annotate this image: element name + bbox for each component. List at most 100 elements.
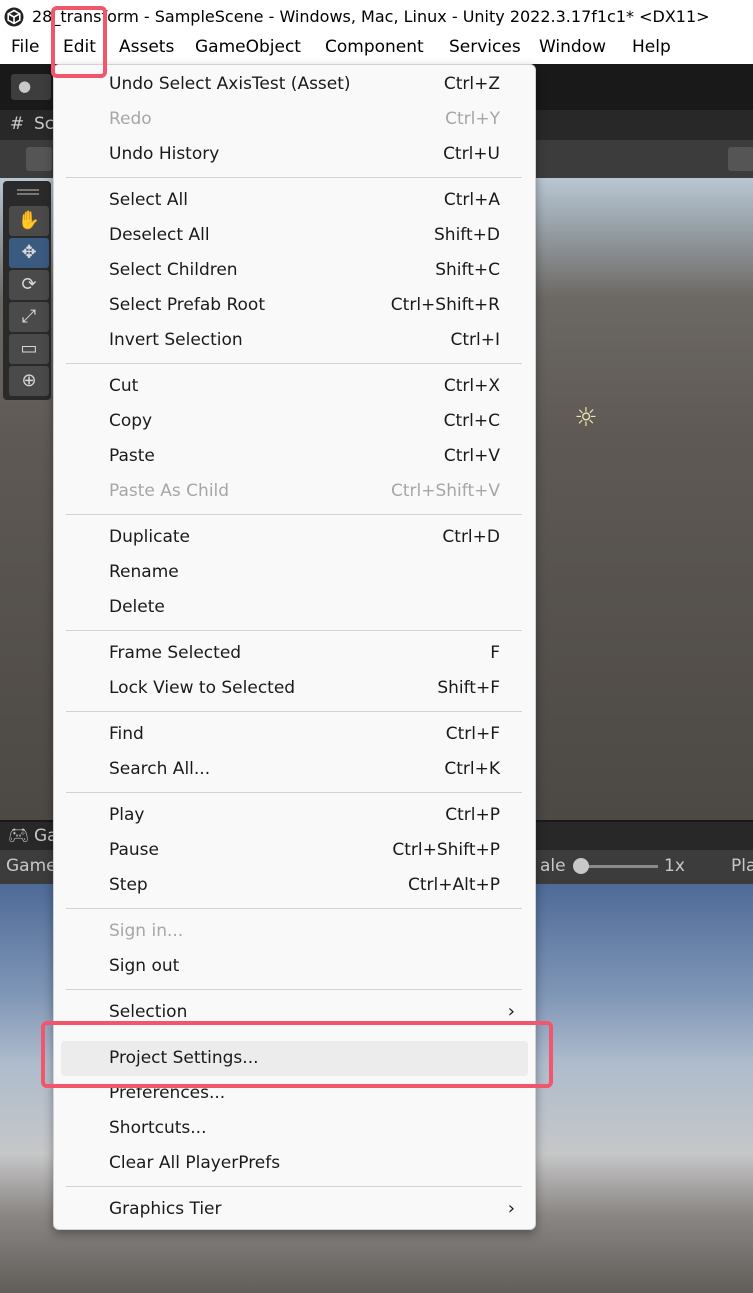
account-button[interactable]: ● [11, 74, 51, 100]
menu-item-undo-history[interactable]: Undo History Ctrl+U [54, 137, 535, 172]
menu-item-sign-in: Sign in... [54, 914, 535, 949]
menu-gameobject[interactable]: GameObject [195, 37, 301, 57]
scene-tools-overlay: ✋ ✥ ⟳ ⤢ ▭ ⊕ [3, 181, 51, 400]
overlay-grip[interactable] [17, 189, 39, 191]
shading-mode-button[interactable] [728, 147, 753, 171]
menu-item-label: Select Prefab Root [109, 295, 265, 315]
menu-item-duplicate[interactable]: Duplicate Ctrl+D [54, 520, 535, 555]
menu-item-rename[interactable]: Rename [54, 555, 535, 590]
menu-item-label: Shortcuts... [109, 1118, 207, 1138]
menu-separator [66, 792, 522, 793]
menu-item-label: Pause [109, 840, 159, 860]
menu-file[interactable]: File [11, 37, 39, 57]
menu-assets[interactable]: Assets [119, 37, 174, 57]
menu-item-shortcut: Shift+D [434, 225, 500, 245]
menu-item-label: Select Children [109, 260, 238, 280]
menu-item-sign-out[interactable]: Sign out [54, 949, 535, 984]
menu-item-shortcut: Ctrl+Shift+P [392, 840, 500, 860]
menu-item-delete[interactable]: Delete [54, 590, 535, 625]
menu-item-shortcut: Ctrl+Y [445, 109, 500, 129]
play-focused-dropdown[interactable]: Pla [731, 856, 753, 876]
rect-tool-icon[interactable]: ▭ [9, 334, 49, 364]
menu-separator [66, 711, 522, 712]
menu-separator [66, 630, 522, 631]
menu-item-label: Undo History [109, 144, 220, 164]
menu-item-paste[interactable]: Paste Ctrl+V [54, 439, 535, 474]
title-bar: 28_transform - SampleScene - Windows, Ma… [0, 0, 753, 34]
unity-logo-icon [4, 7, 24, 27]
menu-item-deselect-all[interactable]: Deselect All Shift+D [54, 218, 535, 253]
menu-item-cut[interactable]: Cut Ctrl+X [54, 369, 535, 404]
menu-item-label: Undo Select AxisTest (Asset) [109, 74, 351, 94]
menu-item-select-children[interactable]: Select Children Shift+C [54, 253, 535, 288]
menu-item-shortcut: Ctrl+Z [443, 74, 500, 94]
menu-item-label: Select All [109, 190, 188, 210]
menu-item-undo[interactable]: Undo Select AxisTest (Asset) Ctrl+Z [54, 67, 535, 102]
menu-item-label: Find [109, 724, 144, 744]
menu-separator [66, 908, 522, 909]
menu-item-shortcut: Ctrl+V [443, 446, 500, 466]
menu-item-label: Invert Selection [109, 330, 243, 350]
hand-tool-icon[interactable]: ✋ [9, 206, 49, 236]
menu-item-shortcut: Ctrl+C [443, 411, 500, 431]
menu-item-label: Graphics Tier [109, 1199, 222, 1219]
menu-item-shortcut: Ctrl+I [450, 330, 500, 350]
menu-item-pause[interactable]: Pause Ctrl+Shift+P [54, 833, 535, 868]
menu-item-label: Copy [109, 411, 153, 431]
menu-item-label: Selection [109, 1002, 188, 1022]
scale-value: 1x [664, 856, 685, 876]
menu-item-paste-as-child: Paste As Child Ctrl+Shift+V [54, 474, 535, 509]
gizmo-toggle-button[interactable] [26, 147, 52, 171]
scale-tool-icon[interactable]: ⤢ [9, 302, 49, 332]
menu-item-shortcut: Ctrl+K [444, 759, 500, 779]
menu-item-shortcut: Ctrl+Alt+P [407, 875, 500, 895]
menu-services[interactable]: Services [449, 37, 521, 57]
scale-slider-handle[interactable] [573, 858, 589, 874]
scale-label: ale [540, 856, 566, 876]
menu-item-label: Duplicate [109, 527, 190, 547]
menu-item-label: Lock View to Selected [109, 678, 296, 698]
chevron-right-icon: › [507, 1001, 515, 1022]
menu-item-shortcut: Ctrl+U [443, 144, 500, 164]
menu-item-label: Sign out [109, 956, 180, 976]
transform-tool-icon[interactable]: ⊕ [9, 366, 49, 396]
menu-separator [66, 363, 522, 364]
project-settings-highlight [41, 1021, 553, 1088]
directional-light-icon[interactable]: ☼ [571, 403, 601, 433]
menu-item-copy[interactable]: Copy Ctrl+C [54, 404, 535, 439]
tab-scene[interactable]: Sc [34, 114, 54, 134]
menu-item-play[interactable]: Play Ctrl+P [54, 798, 535, 833]
menu-item-shortcut: Ctrl+F [445, 724, 500, 744]
menu-item-shortcut: Ctrl+A [443, 190, 500, 210]
menu-item-label: Paste [109, 446, 155, 466]
menu-separator [66, 514, 522, 515]
window-title: 28_transform - SampleScene - Windows, Ma… [32, 7, 710, 26]
game-display-dropdown[interactable]: Game [6, 856, 57, 876]
menu-item-search-all[interactable]: Search All... Ctrl+K [54, 752, 535, 787]
menu-item-shortcut: F [490, 643, 500, 663]
menu-window[interactable]: Window [539, 37, 606, 57]
menu-item-shortcut: Ctrl+Shift+R [390, 295, 500, 315]
menu-item-label: Search All... [109, 759, 211, 779]
menu-item-label: Step [109, 875, 148, 895]
menu-item-shortcuts[interactable]: Shortcuts... [54, 1111, 535, 1146]
menu-help[interactable]: Help [632, 37, 671, 57]
menu-item-step[interactable]: Step Ctrl+Alt+P [54, 868, 535, 903]
rotate-tool-icon[interactable]: ⟳ [9, 270, 49, 300]
scale-slider-track[interactable] [580, 865, 658, 868]
menu-item-label: Cut [109, 376, 139, 396]
menu-item-select-prefab-root[interactable]: Select Prefab Root Ctrl+Shift+R [54, 288, 535, 323]
menu-item-label: Play [109, 805, 145, 825]
menu-item-lock-view[interactable]: Lock View to Selected Shift+F [54, 671, 535, 706]
menu-item-invert-selection[interactable]: Invert Selection Ctrl+I [54, 323, 535, 358]
edit-menu-highlight [51, 6, 107, 78]
menu-item-graphics-tier[interactable]: Graphics Tier › [54, 1192, 535, 1227]
menu-item-shortcut: Ctrl+P [445, 805, 500, 825]
menu-item-select-all[interactable]: Select All Ctrl+A [54, 183, 535, 218]
menu-item-find[interactable]: Find Ctrl+F [54, 717, 535, 752]
menu-item-frame-selected[interactable]: Frame Selected F [54, 636, 535, 671]
move-tool-icon[interactable]: ✥ [9, 238, 49, 268]
menu-component[interactable]: Component [325, 37, 424, 57]
menu-item-clear-playerprefs[interactable]: Clear All PlayerPrefs [54, 1146, 535, 1181]
menu-item-label: Paste As Child [109, 481, 230, 501]
